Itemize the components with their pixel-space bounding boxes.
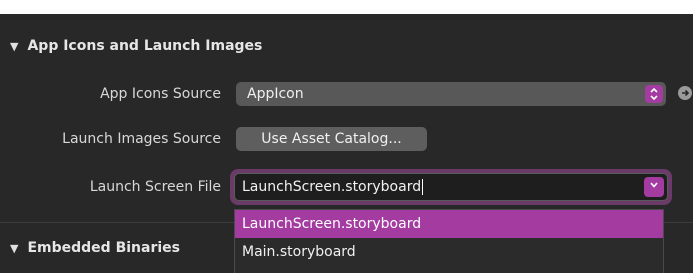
text-caret — [422, 179, 424, 195]
launch-screen-file-combobox[interactable]: LaunchScreen.storyboard — [234, 173, 668, 201]
up-down-chevron-icon[interactable] — [645, 85, 663, 103]
dropdown-option[interactable]: Main.storyboard — [235, 238, 663, 266]
launch-screen-file-label: Launch Screen File — [89, 179, 221, 195]
use-asset-catalog-button[interactable]: Use Asset Catalog... — [236, 127, 427, 151]
disclosure-triangle-icon[interactable]: ▼ — [10, 242, 18, 255]
chevron-down-icon[interactable] — [644, 177, 664, 197]
app-icons-source-value: AppIcon — [247, 86, 304, 102]
app-icons-source-label: App Icons Source — [100, 86, 221, 102]
section-app-icons-header[interactable]: ▼ App Icons and Launch Images — [10, 32, 262, 60]
section-title: App Icons and Launch Images — [27, 38, 263, 54]
disclosure-triangle-icon[interactable]: ▼ — [10, 40, 18, 53]
launch-screen-file-input[interactable]: LaunchScreen.storyboard — [242, 179, 421, 195]
section-embedded-binaries-header[interactable]: ▼ Embedded Binaries — [10, 234, 180, 262]
section-title: Embedded Binaries — [27, 240, 180, 256]
launch-screen-dropdown-menu: LaunchScreen.storyboard Main.storyboard — [234, 209, 664, 273]
go-arrow-icon[interactable] — [678, 86, 692, 100]
app-icons-source-popup[interactable]: AppIcon — [236, 82, 666, 106]
dropdown-option[interactable]: LaunchScreen.storyboard — [235, 210, 663, 238]
launch-images-source-label: Launch Images Source — [62, 131, 221, 147]
